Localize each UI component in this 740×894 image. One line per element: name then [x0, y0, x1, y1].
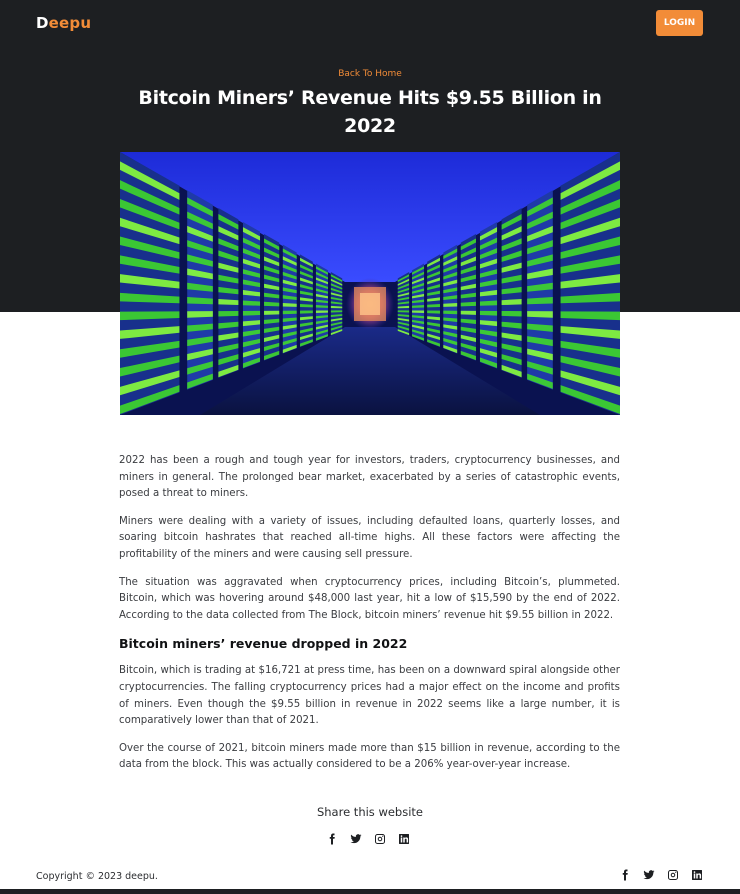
footer-social-icons	[618, 868, 703, 882]
article-paragraph: Over the course of 2021, bitcoin miners …	[119, 742, 620, 771]
site-header: Deepu LOGIN	[0, 0, 740, 48]
article-paragraph: Miners were dealing with a variety of is…	[119, 515, 620, 560]
article-body: 2022 has been a rough and tough year for…	[119, 453, 620, 785]
facebook-icon[interactable]	[618, 869, 631, 882]
article-paragraph: 2022 has been a rough and tough year for…	[119, 455, 620, 500]
login-button[interactable]: LOGIN	[656, 10, 703, 36]
article-subheading: Bitcoin miners’ revenue dropped in 2022	[119, 636, 408, 652]
article-paragraph: Bitcoin, which is trading at $16,721 at …	[119, 665, 620, 727]
twitter-icon[interactable]	[349, 833, 362, 846]
instagram-icon[interactable]	[373, 833, 386, 846]
footer-bar	[0, 889, 740, 894]
article-hero-image	[120, 152, 620, 415]
linkedin-icon[interactable]	[690, 869, 703, 882]
article-paragraph: The situation was aggravated when crypto…	[119, 576, 620, 621]
instagram-icon[interactable]	[666, 869, 679, 882]
facebook-icon[interactable]	[325, 833, 338, 846]
share-title: Share this website	[316, 805, 424, 819]
back-to-home-link[interactable]: Back To Home	[0, 69, 740, 79]
mining-farm-image	[120, 152, 620, 415]
article-title: Bitcoin Miners’ Revenue Hits $9.55 Billi…	[138, 87, 602, 137]
linkedin-icon[interactable]	[397, 833, 410, 846]
copyright-text: Copyright © 2023 deepu.	[36, 871, 158, 882]
share-icons	[325, 832, 410, 846]
twitter-icon[interactable]	[642, 869, 655, 882]
site-logo[interactable]: Deepu	[36, 14, 91, 32]
